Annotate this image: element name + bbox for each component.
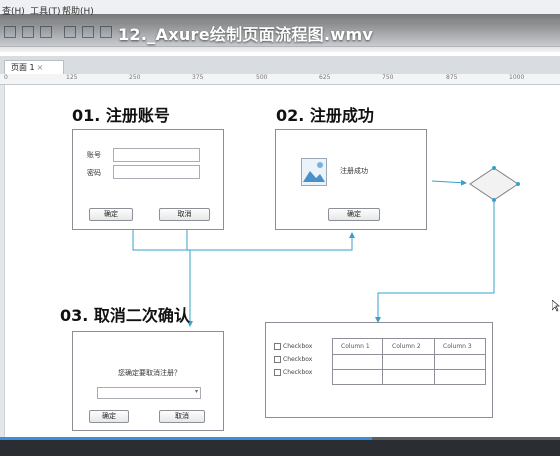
cancel-confirm-frame[interactable]: 您确定要取消注册？ ▾ 确定 取消: [72, 331, 224, 431]
register-confirm-button[interactable]: 确定: [89, 208, 133, 221]
table-header-cell: Column 1: [341, 343, 370, 350]
success-heading: 02. 注册成功: [276, 106, 374, 125]
register-cancel-button[interactable]: 取消: [159, 208, 210, 221]
account-label: 账号: [87, 151, 101, 159]
cancel-cancel-button[interactable]: 取消: [159, 410, 205, 423]
checkbox-2[interactable]: Checkbox: [274, 356, 312, 363]
cancel-dropdown[interactable]: ▾: [97, 387, 201, 399]
success-confirm-button[interactable]: 确定: [328, 208, 380, 221]
table-widget-frame[interactable]: Checkbox Checkbox Checkbox Column 1 Colu…: [265, 322, 493, 418]
image-placeholder-icon: [301, 158, 327, 186]
connector-success-to-decision: [431, 179, 467, 186]
cancel-confirm-button[interactable]: 确定: [89, 410, 129, 423]
checkbox-3[interactable]: Checkbox: [274, 369, 312, 376]
video-progress-fill: [0, 437, 372, 440]
register-frame[interactable]: 账号 密码 确定 取消: [72, 129, 224, 230]
table-header-cell: Column 3: [443, 343, 472, 350]
video-player-bar: [0, 438, 560, 456]
mouse-pointer-icon: [552, 300, 560, 312]
success-message: 注册成功: [340, 167, 368, 175]
register-heading: 01. 注册账号: [72, 106, 170, 125]
data-table[interactable]: Column 1 Column 2 Column 3: [332, 338, 486, 385]
cancel-question: 您确定要取消注册？: [118, 369, 181, 377]
checkbox-1[interactable]: Checkbox: [274, 343, 312, 350]
cancel-confirm-heading: 03. 取消二次确认: [60, 306, 190, 325]
success-frame[interactable]: 注册成功 确定: [275, 129, 427, 230]
table-header-cell: Column 2: [392, 343, 421, 350]
password-input[interactable]: [113, 165, 200, 179]
account-input[interactable]: [113, 148, 200, 162]
password-label: 密码: [87, 169, 101, 177]
chevron-down-icon: ▾: [194, 388, 198, 395]
decision-diamond: [469, 167, 519, 201]
